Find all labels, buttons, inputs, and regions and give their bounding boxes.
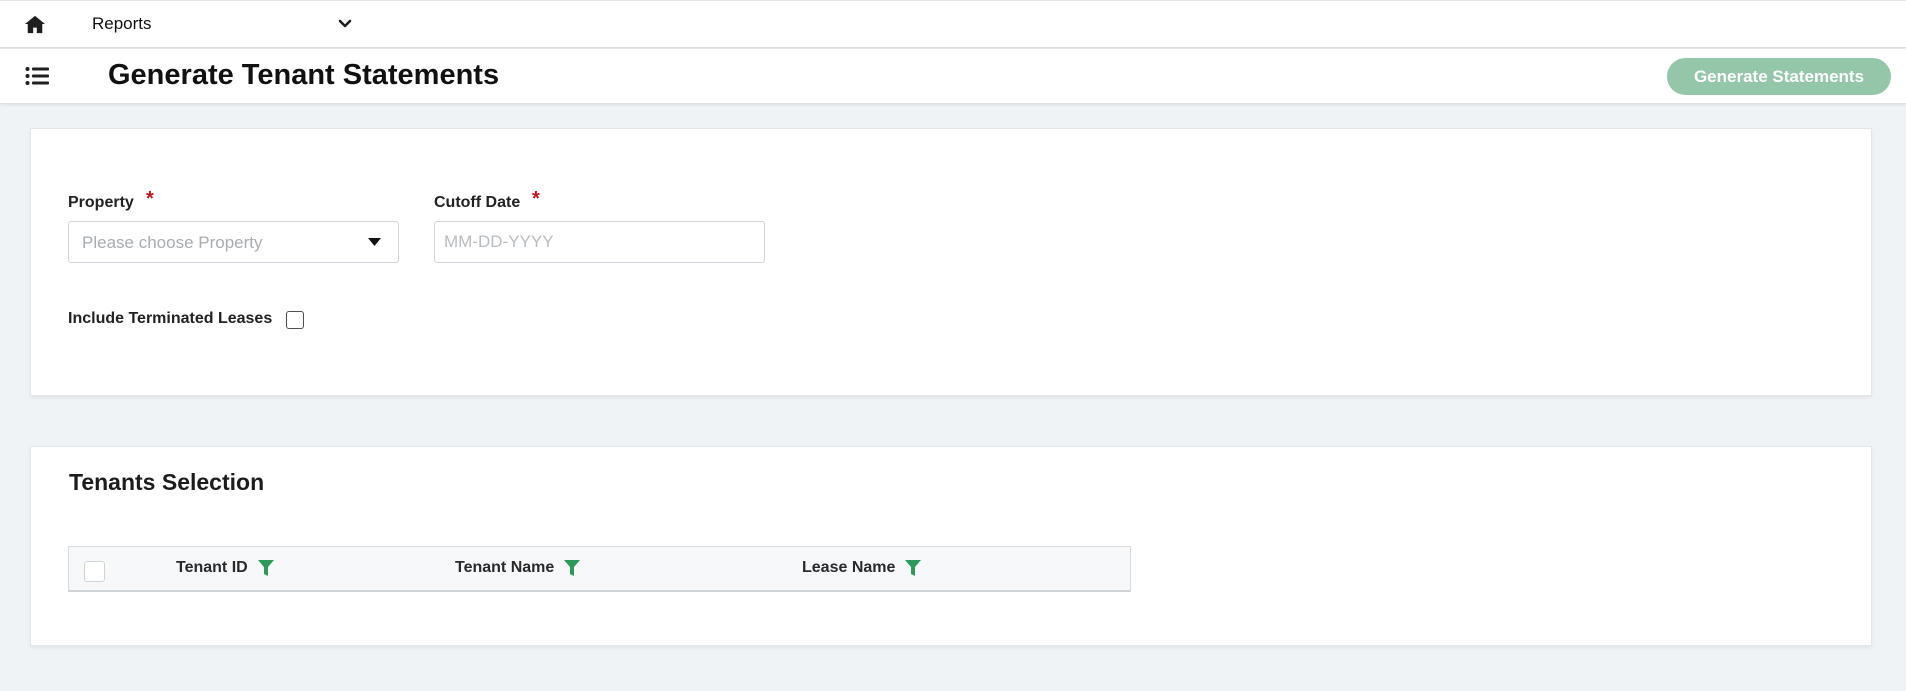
include-terminated-checkbox[interactable] xyxy=(286,311,304,329)
column-header-label: Tenant ID xyxy=(176,559,248,576)
module-select[interactable]: Reports xyxy=(92,11,352,37)
home-icon[interactable] xyxy=(24,14,46,34)
property-select-placeholder: Please choose Property xyxy=(82,233,263,252)
property-required-mark: * xyxy=(146,188,154,210)
generate-statements-button[interactable]: Generate Statements xyxy=(1667,58,1891,95)
column-header-tenant-name[interactable]: Tenant Name xyxy=(455,559,581,577)
tenants-grid-header: Tenant ID Tenant Name Lease Name xyxy=(68,546,1131,592)
chevron-down-icon xyxy=(338,19,352,28)
cutoff-date-input[interactable] xyxy=(434,221,765,263)
page-header: Generate Tenant Statements Generate Stat… xyxy=(0,49,1906,104)
page-title: Generate Tenant Statements xyxy=(108,59,500,91)
list-menu-icon[interactable] xyxy=(25,66,49,86)
tenants-selection-card: Tenants Selection Tenant ID Tenant Name … xyxy=(30,446,1872,646)
caret-down-icon xyxy=(368,238,381,246)
tenants-section-title: Tenants Selection xyxy=(69,469,265,495)
filter-icon[interactable] xyxy=(905,559,922,577)
column-header-label: Tenant Name xyxy=(455,559,555,576)
include-terminated-label: Include Terminated Leases xyxy=(68,310,273,327)
statement-options-card: Property * Please choose Property Cutoff… xyxy=(30,128,1872,396)
filter-icon[interactable] xyxy=(257,559,274,577)
select-all-checkbox[interactable] xyxy=(84,561,105,582)
filter-icon[interactable] xyxy=(564,559,581,577)
column-header-tenant-id[interactable]: Tenant ID xyxy=(176,559,274,577)
cutoff-date-required-mark: * xyxy=(532,188,540,210)
cutoff-date-label: Cutoff Date xyxy=(434,194,521,211)
column-header-lease-name[interactable]: Lease Name xyxy=(802,559,922,577)
top-nav-bar: Reports xyxy=(0,0,1906,48)
property-label: Property xyxy=(68,194,134,211)
module-select-label: Reports xyxy=(92,14,152,33)
property-select[interactable]: Please choose Property xyxy=(68,221,399,263)
column-header-label: Lease Name xyxy=(802,559,896,576)
